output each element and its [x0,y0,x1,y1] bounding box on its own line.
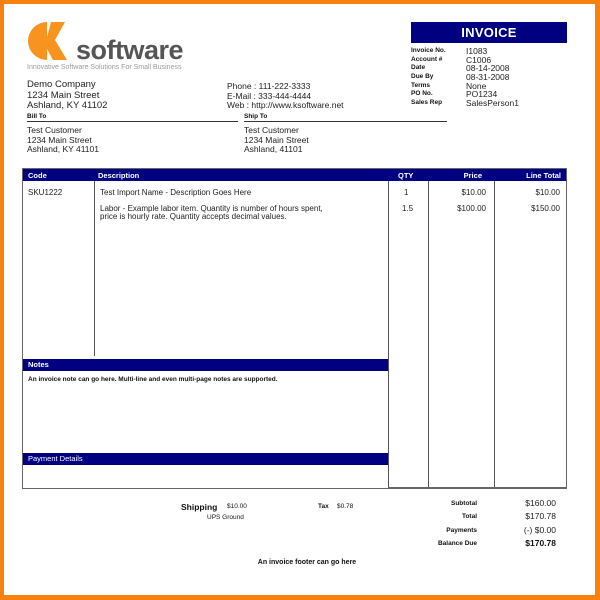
page-border-bottom [0,595,600,600]
logo-tagline: Innovative Software Solutions For Small … [27,64,182,71]
payments-label: Payments [446,526,477,534]
subtotal-value: $160.00 [525,498,556,508]
total-row: Total $170.78 [400,510,556,523]
shipping-label: Shipping [181,502,218,512]
item-price: $100.00 [457,204,486,213]
col-header-price: Price [463,170,482,180]
meta-label: Date [411,64,426,72]
meta-label: Account # [411,55,443,63]
meta-value: SalesPerson1 [466,98,519,109]
column-divider [94,181,95,356]
col-header-code: Code [28,170,47,180]
page-border-right [595,0,600,600]
item-total: $10.00 [535,188,560,197]
balance-due-label: Balance Due [437,539,477,547]
meta-label: Due By [411,73,434,81]
company-contact: Phone : 111-222-3333 E-Mail : 333-444-44… [227,81,344,111]
company-city: Ashland, KY 41102 [27,100,108,111]
column-divider [428,181,429,487]
page-border-left [0,0,4,600]
shipping-method: UPS Ground [207,514,244,521]
total-value: $170.78 [525,511,556,522]
payments-value: (-) $0.00 [523,524,556,535]
col-header-qty: QTY [398,170,414,180]
logo-wordmark: software [76,35,184,65]
col-header-line-total: Line Total [526,170,561,180]
contact-web: Web : http://www.ksoftware.net [227,100,344,110]
ship-to-block: Ship To Test Customer 1234 Main Street A… [244,113,447,155]
bill-to-block: Bill To Test Customer 1234 Main Street A… [27,113,238,155]
item-description: Test Import Name - Description Goes Here [100,188,252,197]
balance-due-row: Balance Due $170.78 [400,537,556,550]
ship-to-heading: Ship To [244,113,447,122]
shipping-value: $10.00 [227,503,247,510]
meta-terms: Terms None [411,82,519,91]
payments-row: Payments (-) $0.00 [400,524,556,537]
col-header-description: Description [98,170,140,180]
subtotal-label: Subtotal [451,500,477,507]
item-price: $10.00 [461,188,486,197]
company-name: Demo Company [27,79,96,90]
company-logo: software Innovative Software Solutions F… [27,20,197,72]
item-code: SKU1222 [28,188,63,197]
company-address: Demo Company 1234 Main Street Ashland, K… [27,79,108,112]
k-mark-icon [28,22,67,60]
total-label: Total [461,513,477,521]
line-items-table: Code Description QTY Price Line Total SK… [22,168,567,489]
meta-label: Terms [411,81,431,89]
balance-due-value: $170.78 [525,537,556,548]
item-total: $150.00 [531,204,560,213]
tax-value: $0.78 [337,503,354,510]
item-qty: 1.5 [402,204,414,213]
table-header: Code Description QTY Price Line Total [23,169,566,181]
tax-label: Tax [318,503,329,510]
item-description-line2: price is hourly rate. Quantity accepts d… [100,212,287,221]
column-divider [494,181,495,487]
subtotal-row: Subtotal $160.00 [400,497,556,510]
bill-to-heading: Bill To [27,113,238,122]
meta-label: Sales Rep [411,99,443,107]
page-border-top [0,0,600,4]
invoice-meta: Invoice No. I1083 Account # C1006 Date 0… [411,47,519,108]
ship-to-city: Ashland, 41101 [244,144,303,154]
notes-area [23,371,388,488]
notes-text: An invoice note can go here. Multi-line … [28,376,278,383]
meta-label: PO No. [411,90,433,98]
invoice-title: INVOICE [411,22,567,43]
meta-due-by: Due By 08-31-2008 [411,73,519,82]
notes-heading: Notes [23,359,388,371]
item-qty: 1 [404,188,409,197]
payment-details-heading: Payment Details [23,453,388,465]
invoice-footer: An invoice footer can go here [257,559,357,566]
meta-label: Invoice No. [411,47,446,54]
meta-invoice-no: Invoice No. I1083 [411,47,519,56]
totals-block: Subtotal $160.00 Total $170.78 Payments … [400,497,556,550]
column-divider [388,181,389,487]
meta-sales-rep: Sales Rep SalesPerson1 [411,99,519,108]
bill-to-city: Ashland, KY 41101 [27,144,99,154]
